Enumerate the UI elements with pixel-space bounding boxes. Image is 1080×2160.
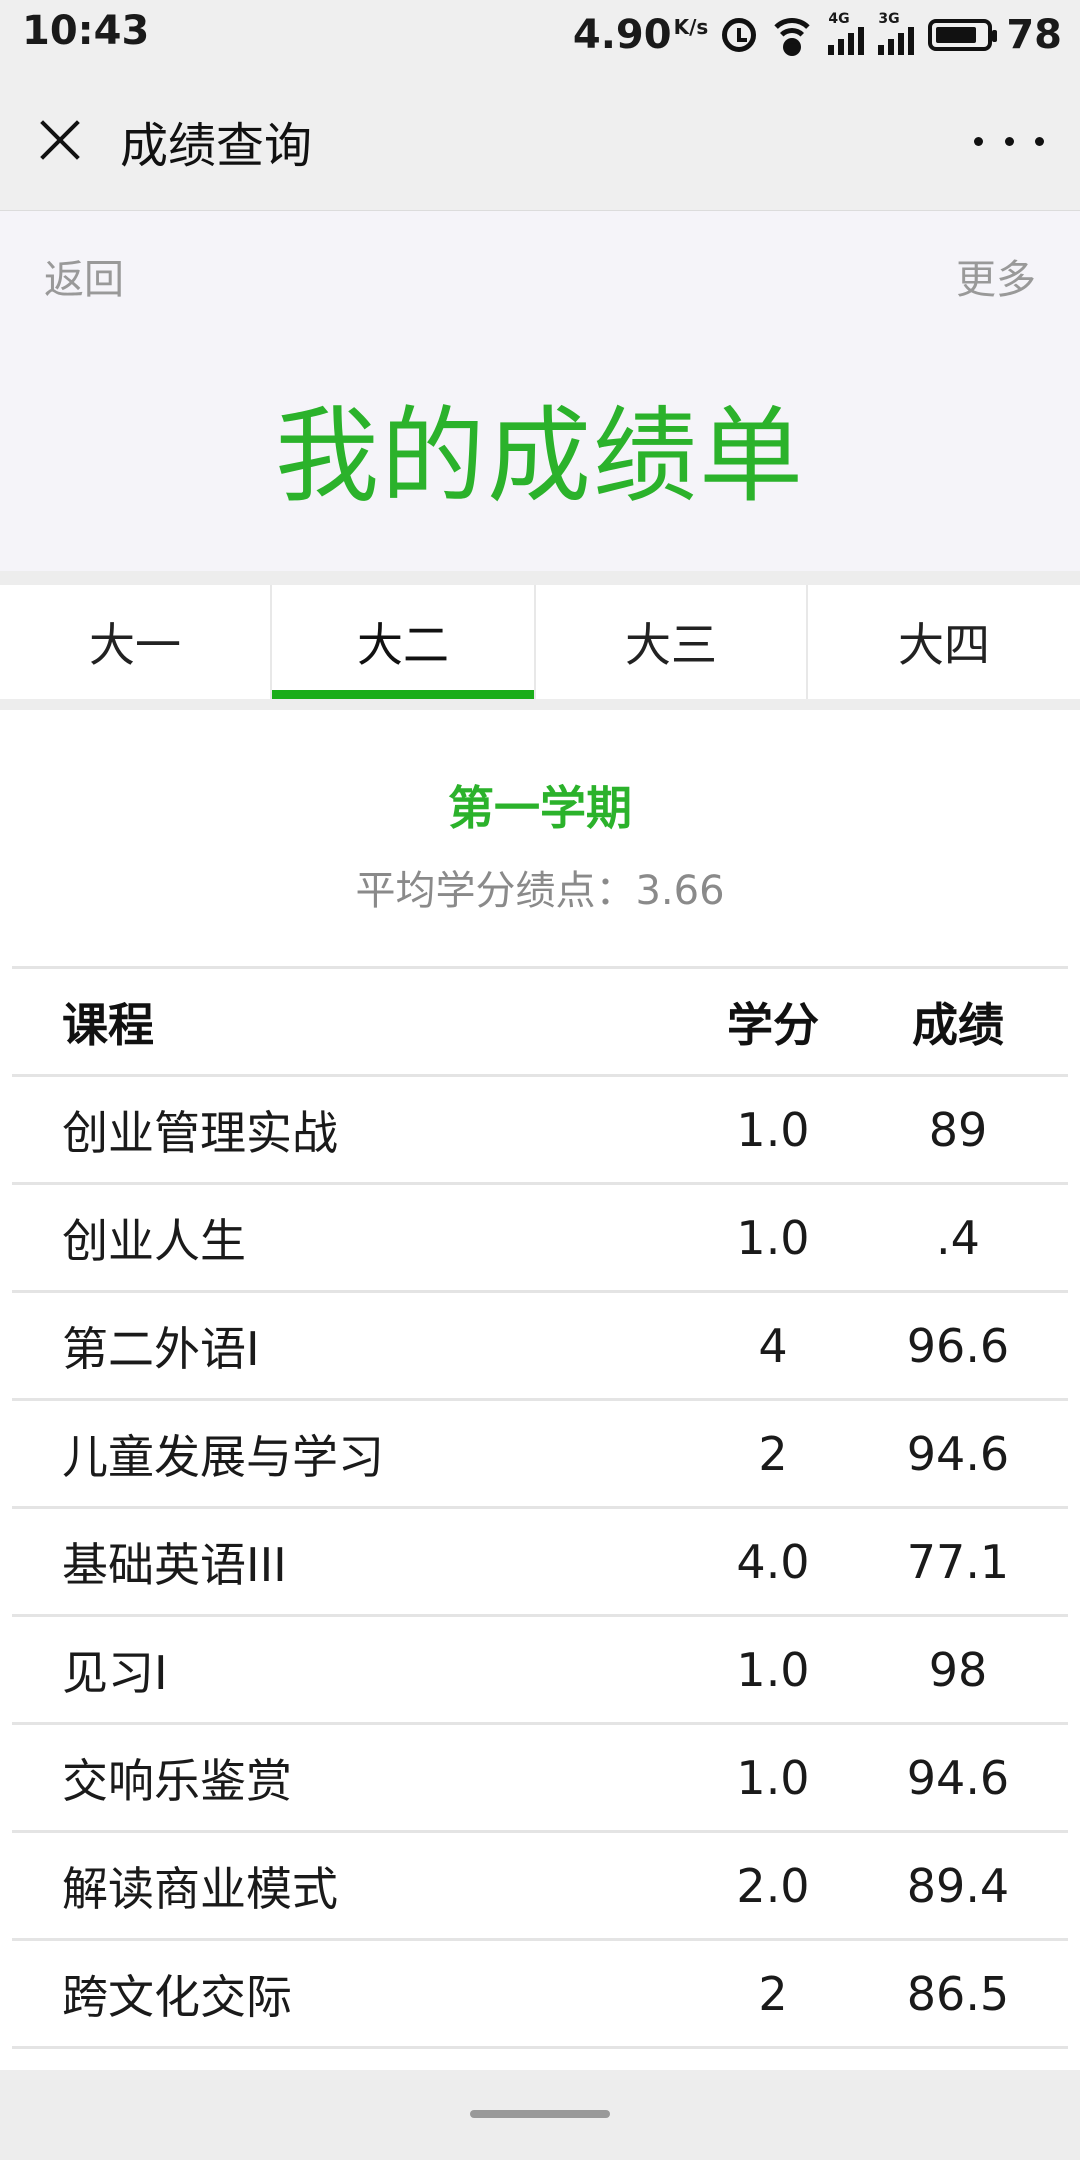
network-speed: 4.90 K/s (572, 12, 709, 58)
course-credit: 4 (758, 1318, 788, 1373)
signal-4g-icon: 4G (828, 11, 865, 55)
course-credit: 1.0 (736, 1750, 810, 1805)
table-row: 跨文化交际 2 86.5 (12, 1941, 1068, 2049)
table-row: 创业人生 1.0 .4 (12, 1185, 1068, 1293)
alarm-icon (722, 18, 757, 52)
course-credit: 2.0 (736, 1858, 810, 1913)
status-time: 10:43 (22, 8, 150, 54)
gpa-line: 平均学分绩点：3.66 (0, 858, 1080, 916)
course-credit: 2 (758, 1966, 788, 2021)
table-header-row: 课程 学分 成绩 (12, 969, 1068, 1077)
header-credit: 学分 (727, 997, 819, 1052)
table-row: 解读商业模式 2.0 89.4 (12, 1833, 1068, 1941)
course-score: 94.6 (906, 1426, 1010, 1481)
course-name: 创业管理实战 (62, 1105, 338, 1160)
back-link[interactable]: 返回 (44, 247, 124, 305)
grades-content: 第一学期 平均学分绩点：3.66 课程 学分 成绩 创业管理实战 1.0 89 … (0, 710, 1080, 2070)
table-row: 交响乐鉴赏 1.0 94.6 (12, 1725, 1068, 1833)
battery-level: 78 (1006, 12, 1062, 58)
course-name: 创业人生 (62, 1213, 246, 1268)
grades-table: 课程 学分 成绩 创业管理实战 1.0 89 创业人生 1.0 .4 第二外语I… (12, 966, 1068, 2049)
course-score: 77.1 (906, 1534, 1010, 1589)
course-score: 94.6 (906, 1750, 1010, 1805)
more-options-icon[interactable] (974, 126, 1044, 156)
course-credit: 4.0 (736, 1534, 810, 1589)
status-icons: 4.90 K/s 4G 3G 78 (573, 8, 1062, 62)
page-title: 成绩查询 (120, 118, 313, 174)
tab-year-1[interactable]: 大一 (0, 585, 272, 699)
course-name: 解读商业模式 (62, 1861, 338, 1916)
transcript-header: 返回 更多 我的成绩单 (0, 211, 1080, 571)
battery-icon (928, 19, 998, 51)
gpa-value: 3.66 (635, 868, 725, 914)
home-indicator[interactable] (470, 2110, 610, 2118)
table-row: 见习I 1.0 98 (12, 1617, 1068, 1725)
semester-title: 第一学期 (448, 781, 632, 835)
course-score: 89.4 (906, 1858, 1010, 1913)
network-speed-unit: K/s (673, 14, 709, 39)
course-name: 第二外语I (62, 1321, 260, 1376)
tab-year-4[interactable]: 大四 (808, 585, 1080, 699)
tab-year-2[interactable]: 大二 (272, 585, 536, 699)
table-row: 基础英语III 4.0 77.1 (12, 1509, 1068, 1617)
header-course: 课程 (62, 997, 154, 1052)
course-name: 交响乐鉴赏 (62, 1753, 292, 1808)
course-credit: 1.0 (736, 1102, 810, 1157)
wifi-icon (767, 18, 818, 56)
course-name: 儿童发展与学习 (62, 1429, 384, 1484)
more-link[interactable]: 更多 (956, 247, 1036, 305)
course-name: 见习I (62, 1645, 168, 1700)
gpa-label: 平均学分绩点： (355, 868, 636, 914)
title-bar: 成绩查询 (0, 70, 1080, 211)
table-row: 儿童发展与学习 2 94.6 (12, 1401, 1068, 1509)
status-bar: 10:43 4.90 K/s 4G 3G 78 (0, 0, 1080, 70)
tab-year-3[interactable]: 大三 (536, 585, 808, 699)
close-icon[interactable] (30, 110, 90, 170)
course-name: 基础英语III (62, 1537, 287, 1592)
course-credit: 1.0 (736, 1210, 810, 1265)
course-credit: 2 (758, 1426, 788, 1481)
course-score: 86.5 (906, 1966, 1010, 2021)
table-row: 第二外语I 4 96.6 (12, 1293, 1068, 1401)
transcript-heading: 我的成绩单 (274, 395, 805, 517)
course-score: 98 (928, 1642, 988, 1697)
year-tabs: 大一 大二 大三 大四 (0, 585, 1080, 699)
course-score: .4 (936, 1210, 980, 1265)
header-score: 成绩 (912, 997, 1004, 1052)
table-row: 创业管理实战 1.0 89 (12, 1077, 1068, 1185)
course-score: 89 (928, 1102, 988, 1157)
course-score: 96.6 (906, 1318, 1010, 1373)
course-name: 跨文化交际 (62, 1969, 292, 2024)
course-credit: 1.0 (736, 1642, 810, 1697)
signal-3g-icon: 3G (878, 11, 915, 55)
